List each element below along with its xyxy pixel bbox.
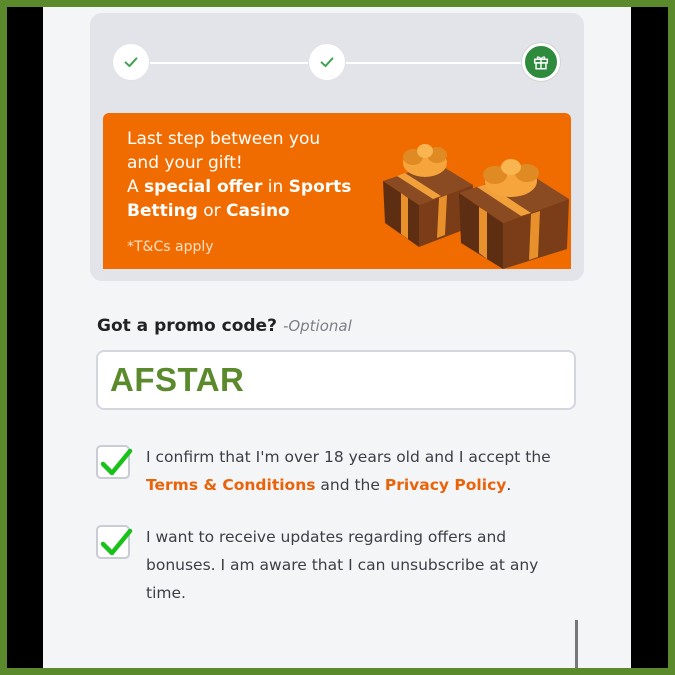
banner-bold-text: Casino: [226, 201, 290, 221]
optional-hint: -Optional: [282, 317, 352, 335]
tcs-note: *T&Cs apply: [127, 239, 214, 255]
banner-line-2: and your gift!: [127, 153, 243, 173]
consent-text: and the: [315, 476, 385, 494]
promo-code-label-text: Got a promo code?: [97, 316, 277, 336]
marketing-consent: I want to receive updates regarding offe…: [96, 523, 576, 613]
banner-bold-text: Sports: [288, 177, 352, 197]
age-terms-text: I confirm that I'm over 18 years old and…: [146, 443, 576, 499]
banner-bold-text: Betting: [127, 201, 198, 221]
promo-code-input[interactable]: AFSTAR: [96, 350, 576, 410]
marketing-checkbox[interactable]: [96, 525, 133, 559]
marketing-text: I want to receive updates regarding offe…: [146, 528, 539, 602]
age-terms-checkbox[interactable]: [96, 445, 133, 479]
step-2-done: [308, 43, 346, 81]
banner-bold-text: special offer: [144, 177, 263, 197]
terms-conditions-link[interactable]: Terms & Conditions: [146, 476, 315, 494]
welcome-offer-banner: Last step between you and your gift! A s…: [103, 113, 571, 269]
banner-headline: Last step between you and your gift! A s…: [127, 127, 372, 223]
age-terms-consent: I confirm that I'm over 18 years old and…: [96, 443, 576, 503]
privacy-policy-link[interactable]: Privacy Policy: [385, 476, 507, 494]
registration-screen: Last step between you and your gift! A s…: [43, 7, 631, 668]
promo-code-label: Got a promo code? -Optional: [97, 316, 352, 336]
stepper-line-1: [150, 62, 308, 64]
banner-line-3: A special offer in Sports: [127, 175, 372, 199]
banner-text: A: [127, 177, 145, 197]
banner-text: in: [262, 177, 289, 197]
consent-text: .: [506, 476, 512, 494]
check-icon: [124, 57, 138, 68]
stepper-line-2: [346, 62, 522, 64]
scrollbar[interactable]: [575, 620, 578, 668]
consent-text: I confirm that I'm over 18 years old and…: [146, 448, 551, 466]
banner-line-4: Betting or Casino: [127, 199, 372, 223]
check-icon: [320, 57, 334, 68]
step-1-done: [112, 43, 150, 81]
registration-stepper: [112, 43, 562, 83]
gift-boxes-image: [383, 144, 569, 269]
step-3-current: [522, 43, 560, 81]
promo-code-value: AFSTAR: [110, 361, 245, 398]
banner-line-1: Last step between you: [127, 129, 321, 149]
progress-card: Last step between you and your gift! A s…: [90, 13, 584, 281]
check-icon: [100, 448, 133, 476]
gift-icon: [533, 56, 549, 70]
banner-text: or: [197, 201, 227, 221]
check-icon: [100, 528, 133, 556]
